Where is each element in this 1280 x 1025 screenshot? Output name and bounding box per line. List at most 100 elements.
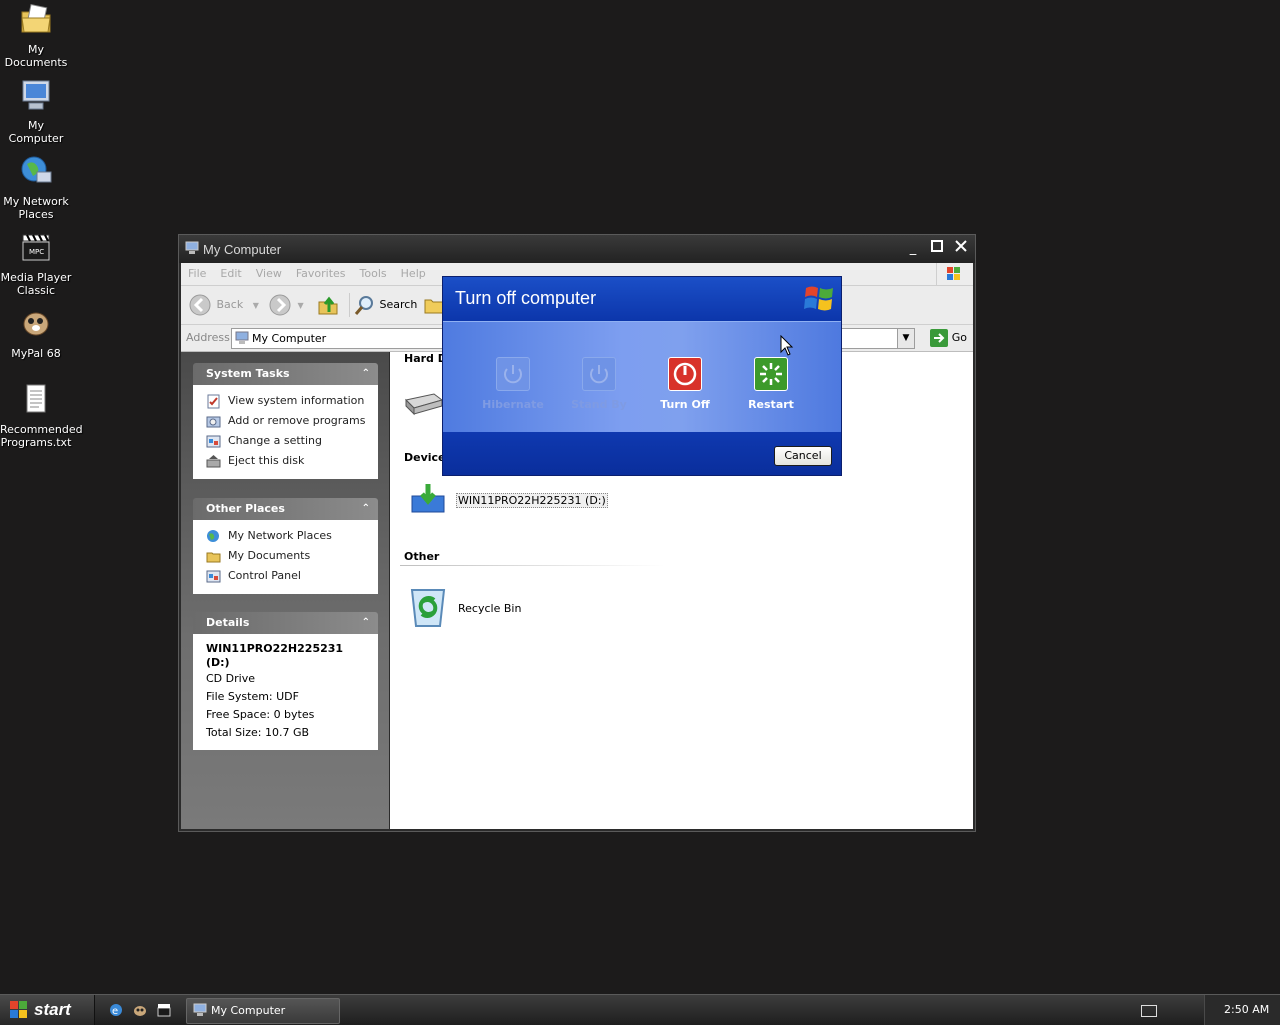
recycle-bin-item[interactable]: Recycle Bin bbox=[404, 582, 521, 630]
system-tasks-header[interactable]: System Tasks ⌃ bbox=[193, 363, 378, 385]
desktop-icon-mypal[interactable]: MyPal 68 bbox=[0, 306, 72, 360]
place-label: My Documents bbox=[228, 549, 311, 562]
desktop-icon-label: Recommended Programs.txt bbox=[0, 423, 83, 449]
turn-off-dialog: Turn off computer Hibernate Stand By Tur… bbox=[442, 276, 842, 476]
up-folder-icon bbox=[318, 296, 338, 315]
other-places-panel: Other Places ⌃ My Network Places My Docu… bbox=[193, 498, 378, 594]
details-header[interactable]: Details ⌃ bbox=[193, 612, 378, 634]
task-add-remove-programs[interactable]: Add or remove programs bbox=[193, 411, 378, 431]
hibernate-option[interactable]: Hibernate bbox=[478, 357, 548, 411]
task-label: View system information bbox=[228, 394, 365, 407]
mouse-cursor-icon bbox=[780, 335, 794, 356]
address-value: My Computer bbox=[252, 332, 327, 345]
taskbar-button-my-computer[interactable]: My Computer bbox=[186, 998, 340, 1024]
place-label: My Network Places bbox=[228, 529, 332, 542]
desktop-icon-label: MyPal 68 bbox=[11, 347, 61, 360]
drive-d-item[interactable]: WIN11PRO22H225231 (D:) bbox=[410, 482, 608, 516]
menu-favorites[interactable]: Favorites bbox=[289, 263, 353, 284]
clapperboard-icon: MPC bbox=[22, 234, 50, 261]
menu-file[interactable]: File bbox=[181, 263, 213, 284]
place-my-documents[interactable]: My Documents bbox=[193, 546, 378, 566]
desktop-icon-label: Media Player Classic bbox=[0, 271, 72, 297]
start-label: start bbox=[34, 1000, 71, 1019]
search-button[interactable]: Search bbox=[349, 293, 417, 317]
panel-body: View system information Add or remove pr… bbox=[193, 385, 378, 479]
place-my-network-places[interactable]: My Network Places bbox=[193, 526, 378, 546]
details-total-size: Total Size: 10.7 GB bbox=[206, 726, 310, 739]
go-button[interactable]: Go bbox=[930, 329, 967, 347]
stand-by-label: Stand By bbox=[571, 398, 627, 411]
power-icon bbox=[582, 357, 616, 391]
go-arrow-icon bbox=[930, 329, 949, 347]
recycle-bin-label: Recycle Bin bbox=[458, 602, 522, 615]
window-titlebar[interactable]: My Computer _ bbox=[179, 235, 975, 263]
back-label: Back bbox=[216, 298, 244, 311]
close-icon bbox=[955, 240, 967, 252]
desktop-icon-media-player-classic[interactable]: MPC Media Player Classic bbox=[0, 230, 72, 297]
menu-help[interactable]: Help bbox=[394, 263, 433, 284]
computer-icon bbox=[193, 1003, 207, 1016]
power-icon bbox=[496, 357, 530, 391]
place-label: Control Panel bbox=[228, 569, 301, 582]
hard-disks-header: Hard D bbox=[404, 352, 447, 365]
network-icon bbox=[207, 530, 219, 542]
network-icon bbox=[21, 156, 52, 183]
start-button[interactable]: start bbox=[0, 995, 95, 1025]
chevron-down-icon: ▼ bbox=[902, 333, 910, 343]
collapse-chevron-icon[interactable]: ⌃ bbox=[362, 363, 370, 385]
task-view-system-information[interactable]: View system information bbox=[193, 391, 378, 411]
control-panel-icon bbox=[206, 435, 221, 448]
desktop-icon-my-network-places[interactable]: My Network Places bbox=[0, 154, 72, 221]
eject-disk-icon bbox=[206, 455, 221, 468]
svg-text:MPC: MPC bbox=[29, 248, 44, 256]
keyboard-icon[interactable] bbox=[1141, 1005, 1157, 1017]
mypal-icon[interactable] bbox=[132, 1002, 148, 1018]
restart-icon bbox=[754, 357, 788, 391]
details-free-space: Free Space: 0 bytes bbox=[206, 708, 315, 721]
folder-documents-icon bbox=[21, 3, 51, 33]
address-label: Address bbox=[186, 331, 230, 344]
desktop-icon-recommended-programs[interactable]: Recommended Programs.txt bbox=[0, 382, 83, 449]
windows-flag-icon bbox=[936, 263, 971, 285]
panel-body: My Network Places My Documents Control P… bbox=[193, 520, 378, 594]
turn-off-label: Turn Off bbox=[660, 398, 710, 411]
add-remove-programs-icon bbox=[206, 416, 221, 428]
forward-button[interactable]: ▼ bbox=[269, 293, 304, 317]
search-label: Search bbox=[379, 298, 418, 311]
group-divider bbox=[400, 565, 665, 566]
other-places-header[interactable]: Other Places ⌃ bbox=[193, 498, 378, 520]
place-control-panel[interactable]: Control Panel bbox=[193, 566, 378, 586]
address-dropdown-button[interactable]: ▼ bbox=[897, 328, 915, 349]
menu-tools[interactable]: Tools bbox=[353, 263, 394, 284]
power-icon bbox=[668, 357, 702, 391]
computer-icon bbox=[185, 241, 199, 254]
cancel-button[interactable]: Cancel bbox=[774, 446, 832, 466]
menu-edit[interactable]: Edit bbox=[213, 263, 248, 284]
cd-drive-icon bbox=[411, 484, 445, 513]
desktop-icon-my-computer[interactable]: My Computer bbox=[0, 78, 72, 145]
internet-explorer-icon[interactable]: e bbox=[108, 1002, 124, 1018]
clock[interactable]: 2:50 AM bbox=[1224, 1003, 1269, 1016]
close-button[interactable] bbox=[951, 240, 971, 258]
task-eject-disk[interactable]: Eject this disk bbox=[193, 451, 378, 471]
desktop-icon-my-documents[interactable]: My Documents bbox=[0, 2, 72, 69]
panel-body: WIN11PRO22H225231 (D:) CD Drive File Sys… bbox=[193, 634, 378, 750]
task-change-setting[interactable]: Change a setting bbox=[193, 431, 378, 451]
control-panel-icon bbox=[206, 570, 221, 583]
panel-title: Details bbox=[206, 616, 250, 629]
hard-disk-icon bbox=[404, 393, 444, 416]
stand-by-option[interactable]: Stand By bbox=[564, 357, 634, 411]
up-folder-button[interactable] bbox=[317, 293, 339, 317]
restart-option[interactable]: Restart bbox=[736, 357, 806, 411]
hard-disk-item[interactable] bbox=[404, 388, 444, 421]
dialog-header: Turn off computer bbox=[443, 277, 841, 321]
collapse-chevron-icon[interactable]: ⌃ bbox=[362, 612, 370, 634]
back-button[interactable]: Back ▼ bbox=[189, 293, 259, 317]
clapperboard-icon[interactable] bbox=[156, 1002, 172, 1018]
menu-view[interactable]: View bbox=[249, 263, 289, 284]
maximize-button[interactable] bbox=[927, 240, 947, 258]
turn-off-option[interactable]: Turn Off bbox=[650, 357, 720, 411]
windows-flag-icon bbox=[804, 286, 833, 311]
collapse-chevron-icon[interactable]: ⌃ bbox=[362, 498, 370, 520]
minimize-button[interactable]: _ bbox=[903, 240, 923, 258]
